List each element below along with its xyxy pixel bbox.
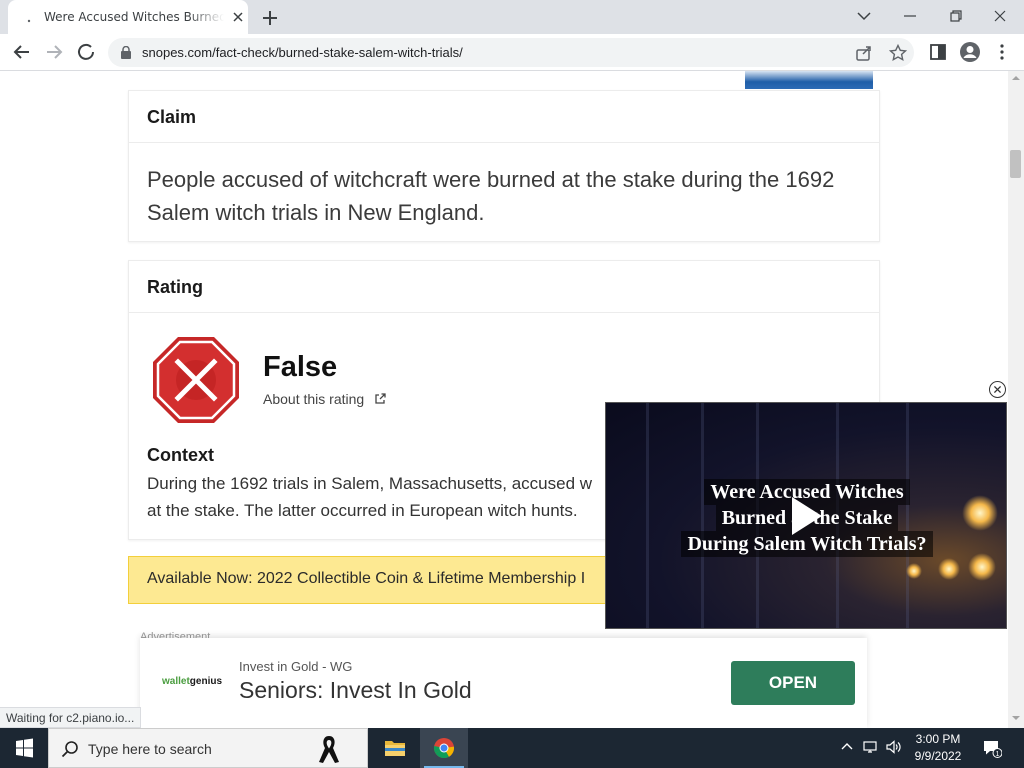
- side-panel-icon[interactable]: [926, 40, 950, 64]
- search-placeholder: Type here to search: [88, 741, 212, 757]
- notification-count: 1: [996, 751, 1000, 758]
- ad-image[interactable]: [745, 71, 873, 89]
- false-rating-icon: [153, 337, 239, 423]
- lock-icon[interactable]: [120, 46, 132, 59]
- claim-heading: Claim: [129, 91, 879, 143]
- windows-taskbar: Type here to search 3:00 PM 9/9/2022 1: [0, 728, 1024, 768]
- ad-sponsor: Invest in Gold - WG: [239, 659, 353, 674]
- rating-value: False: [263, 351, 338, 383]
- restore-icon[interactable]: [942, 4, 970, 28]
- tab-search-icon[interactable]: [850, 4, 878, 28]
- file-explorer-icon[interactable]: [371, 728, 419, 768]
- floating-video-player[interactable]: Were Accused Witches Burned at the Stake…: [605, 402, 1007, 629]
- forward-icon[interactable]: [42, 40, 66, 64]
- back-icon[interactable]: [10, 40, 34, 64]
- stop-loading-icon[interactable]: [74, 40, 98, 64]
- claim-text: People accused of witchcraft were burned…: [147, 167, 835, 225]
- show-hidden-icons-chevron-icon[interactable]: [838, 738, 856, 756]
- close-video-icon[interactable]: [989, 381, 1006, 398]
- bookmark-star-icon[interactable]: [888, 43, 908, 63]
- browser-toolbar: snopes.com/fact-check/burned-stake-salem…: [0, 34, 1024, 71]
- loading-status: Waiting for c2.piano.io...: [0, 707, 142, 728]
- notification-center[interactable]: 1: [982, 738, 1003, 758]
- share-icon[interactable]: [854, 43, 874, 63]
- menu-kebab-icon[interactable]: [990, 40, 1014, 64]
- about-rating-link[interactable]: About this rating: [263, 391, 386, 407]
- windows-start-icon[interactable]: [0, 728, 48, 768]
- about-rating-label[interactable]: About this rating: [263, 391, 364, 407]
- close-tab-icon[interactable]: [230, 9, 246, 25]
- sticky-ad[interactable]: walletgenius Invest in Gold - WG Seniors…: [140, 638, 867, 728]
- profile-avatar-icon[interactable]: [958, 40, 982, 64]
- close-window-icon[interactable]: [986, 4, 1014, 28]
- system-clock[interactable]: 3:00 PM 9/9/2022: [906, 731, 970, 765]
- context-heading: Context: [147, 445, 214, 465]
- taskbar-search[interactable]: Type here to search: [48, 728, 368, 768]
- scroll-down-icon[interactable]: [1011, 714, 1021, 722]
- tab-title: Were Accused Witches Burned at the Stake: [44, 10, 224, 24]
- external-link-icon[interactable]: [374, 393, 386, 405]
- tab-bar: Were Accused Witches Burned at the Stake: [0, 0, 1024, 34]
- play-icon[interactable]: [790, 495, 824, 537]
- page-viewport: Claim People accused of witchcraft were …: [0, 71, 1008, 728]
- minimize-icon[interactable]: [896, 4, 924, 28]
- rating-heading: Rating: [129, 261, 879, 313]
- clock-time: 3:00 PM: [915, 732, 961, 746]
- claim-card: Claim People accused of witchcraft were …: [128, 90, 880, 242]
- scroll-up-icon[interactable]: [1011, 74, 1021, 82]
- search-icon: [61, 741, 78, 758]
- chrome-taskbar-button[interactable]: [420, 728, 468, 768]
- advertiser-logo: walletgenius: [162, 676, 223, 687]
- chrome-icon: [433, 738, 455, 759]
- loading-icon: [27, 19, 31, 23]
- volume-icon[interactable]: [884, 738, 902, 756]
- ad-headline[interactable]: Seniors: Invest In Gold: [239, 677, 472, 704]
- address-bar[interactable]: snopes.com/fact-check/burned-stake-salem…: [108, 38, 914, 67]
- network-icon[interactable]: [862, 738, 880, 756]
- clock-date: 9/9/2022: [914, 749, 962, 763]
- new-tab-icon[interactable]: [258, 6, 282, 30]
- browser-tab[interactable]: Were Accused Witches Burned at the Stake: [8, 0, 248, 34]
- awareness-ribbon-icon[interactable]: [315, 733, 343, 765]
- scrollbar-thumb[interactable]: [1010, 150, 1021, 178]
- notification-icon: 1: [984, 741, 1003, 758]
- url-text[interactable]: snopes.com/fact-check/burned-stake-salem…: [142, 45, 463, 60]
- ad-open-button[interactable]: OPEN: [731, 661, 855, 705]
